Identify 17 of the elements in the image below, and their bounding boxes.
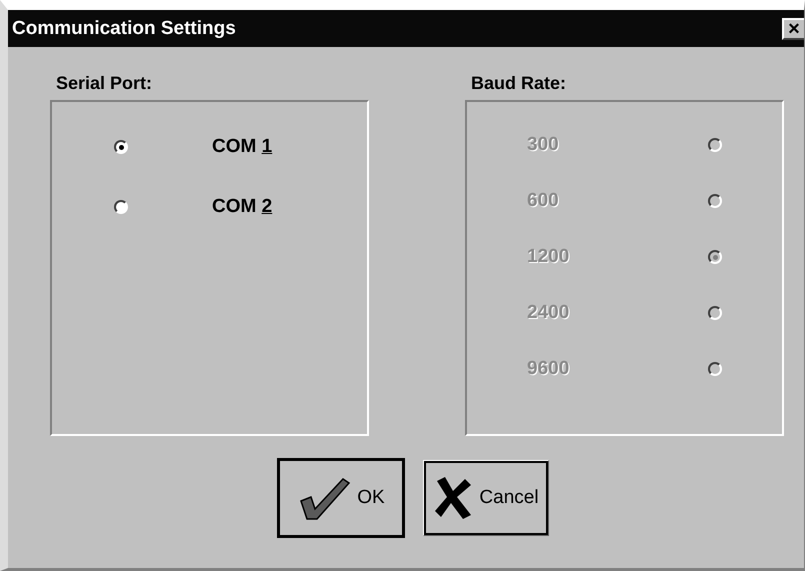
- ok-button[interactable]: OK: [277, 458, 405, 538]
- group-label: Baud Rate:: [471, 73, 568, 94]
- option-label: 600: [527, 190, 559, 212]
- group-label: Serial Port:: [56, 73, 154, 94]
- radio-button[interactable]: [114, 140, 128, 154]
- option-label: 300: [527, 134, 559, 156]
- cross-icon: [433, 475, 474, 521]
- option-label: COM 2: [212, 196, 272, 218]
- check-icon: [297, 475, 352, 521]
- window-title: Communication Settings: [12, 18, 236, 40]
- option-label: 1200: [527, 246, 570, 268]
- radio-button[interactable]: [114, 200, 128, 214]
- cancel-button[interactable]: Cancel: [423, 460, 549, 536]
- option-label: COM 1: [212, 136, 272, 158]
- close-button[interactable]: ×: [782, 18, 804, 40]
- option-label: 9600: [527, 358, 570, 380]
- option-label: 2400: [527, 302, 570, 324]
